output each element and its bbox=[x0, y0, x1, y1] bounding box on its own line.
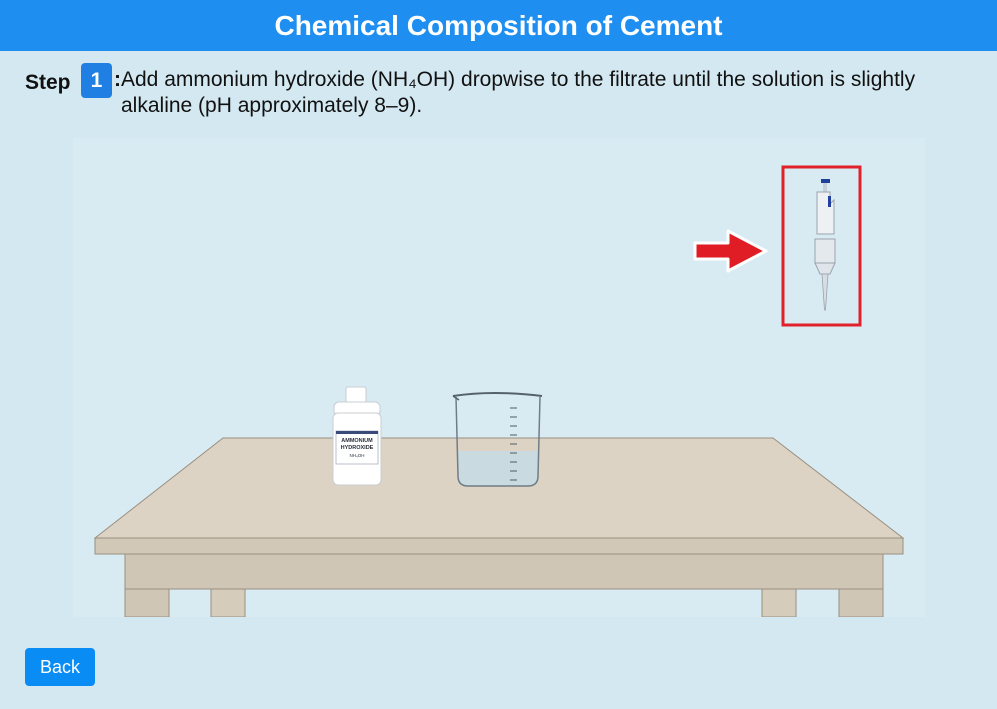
bottle-label-line1: AMMONIUM bbox=[341, 438, 373, 444]
micropipette[interactable] bbox=[814, 179, 836, 311]
ammonium-hydroxide-bottle[interactable]: AMMONIUM HYDROXIDE NH₄OH bbox=[332, 386, 382, 486]
back-button[interactable]: Back bbox=[25, 648, 95, 686]
step-instruction: Add ammonium hydroxide (NH₄OH) dropwise … bbox=[121, 68, 916, 117]
bottle-label-line2: HYDROXIDE bbox=[341, 445, 374, 451]
page-title: Chemical Composition of Cement bbox=[274, 9, 723, 41]
arrow-right-icon bbox=[693, 229, 768, 273]
title-bar: Chemical Composition of Cement bbox=[0, 0, 997, 51]
step-label: Step bbox=[25, 71, 71, 94]
lab-workspace: AMMONIUM HYDROXIDE NH₄OH bbox=[73, 138, 925, 617]
step-separator: : bbox=[114, 68, 121, 91]
bottle-label-line3: NH₄OH bbox=[349, 453, 364, 458]
lab-scene: AMMONIUM HYDROXIDE NH₄OH bbox=[93, 165, 905, 617]
step-number-badge: 1 bbox=[81, 63, 112, 98]
